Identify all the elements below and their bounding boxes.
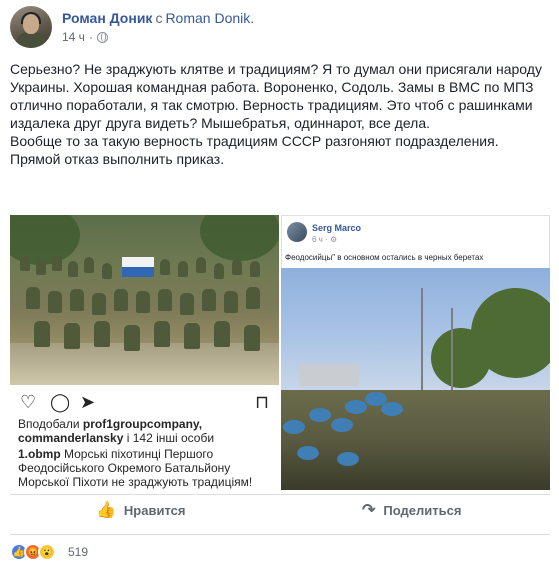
tree-shape <box>431 328 491 388</box>
coauthor-name[interactable]: Roman Donik. <box>165 10 254 26</box>
soldier-shape <box>180 293 194 315</box>
repost-time: 6 ч · ⚙ <box>312 235 338 244</box>
bookmark-icon[interactable]: ⊓ <box>255 391 269 413</box>
beret-shape <box>345 400 367 414</box>
share-button[interactable]: ↷ Поделиться <box>362 495 461 525</box>
beret-shape <box>331 418 353 432</box>
crowd-shape <box>281 390 550 490</box>
avatar[interactable] <box>10 6 52 48</box>
repost-author: Serg Marco <box>312 223 362 233</box>
soldier-shape <box>202 289 216 311</box>
reaction-icons[interactable]: 👍 😡 😮 <box>10 543 56 561</box>
beret-shape <box>381 402 403 416</box>
instagram-text: Вподобали prof1groupcompany, commanderlan… <box>18 417 273 489</box>
meta-separator: · <box>88 30 93 44</box>
soldier-shape <box>214 321 230 347</box>
heart-icon[interactable]: ♡ <box>20 391 36 413</box>
caption-user[interactable]: 1.obmp <box>18 447 61 461</box>
instagram-screenshot[interactable]: ♡ ◯ ➤ ⊓ Вподобали prof1groupcompany, comm… <box>10 215 279 490</box>
repost-header: Serg Marco 6 ч · ⚙ Феодосийцы" в основно… <box>281 215 550 268</box>
soldier-shape <box>26 287 40 309</box>
repost-screenshot[interactable]: Serg Marco 6 ч · ⚙ Феодосийцы" в основно… <box>281 215 550 490</box>
beret-shape <box>297 446 319 460</box>
author-name[interactable]: Роман Доник <box>62 10 152 26</box>
soldier-shape <box>232 259 242 275</box>
soldier-shape <box>196 257 206 273</box>
reactions-bar: 👍 😡 😮 519 <box>10 534 550 568</box>
soldier-shape <box>154 321 170 347</box>
instagram-actions: ♡ ◯ ➤ ⊓ <box>18 391 271 413</box>
globe-icon[interactable] <box>96 31 108 43</box>
soldier-shape <box>52 255 62 271</box>
post-paragraph: Серьезно? Не зраджують клятве и традиция… <box>10 61 542 131</box>
soldier-shape <box>250 261 260 277</box>
photo-grid: ♡ ◯ ➤ ⊓ Вподобали prof1groupcompany, comm… <box>10 215 550 490</box>
soldier-shape <box>136 291 150 313</box>
soldier-shape <box>184 323 200 349</box>
soldier-shape <box>20 255 30 271</box>
soldier-shape <box>214 263 224 279</box>
comment-icon[interactable]: ◯ <box>50 391 70 413</box>
author-line: Роман Доник с Roman Donik. <box>62 10 254 26</box>
share-icon[interactable]: ➤ <box>80 391 95 413</box>
avatar-body <box>16 32 46 48</box>
post-paragraph: Вообще то за такую верность традициям СС… <box>10 133 499 167</box>
ground-shape <box>10 343 279 385</box>
post-text: Серьезно? Не зраджують клятве и традиция… <box>10 60 550 168</box>
post-time[interactable]: 14 ч <box>62 30 85 44</box>
with-text: с <box>155 10 163 26</box>
like-label: Нравится <box>123 502 186 518</box>
soldier-shape <box>244 325 260 351</box>
soldier-shape <box>246 287 260 309</box>
liker-2[interactable]: commanderlansky <box>18 431 123 445</box>
soldier-shape <box>114 289 128 311</box>
repost-text: Феодосийцы" в основном остались в черных… <box>285 253 484 262</box>
soldier-shape <box>94 321 110 347</box>
beret-shape <box>309 408 331 422</box>
ship-shape <box>299 364 359 386</box>
avatar-headset <box>21 12 41 24</box>
share-arrow-icon: ↷ <box>362 502 376 519</box>
liker-1[interactable]: prof1groupcompany, <box>83 417 202 431</box>
instagram-caption: 1.obmp Морські піхотинці Першого Феодосі… <box>18 447 273 489</box>
instagram-likes: Вподобали prof1groupcompany, commanderlan… <box>18 417 273 445</box>
pole-shape <box>421 288 423 398</box>
repost-avatar <box>287 222 307 242</box>
flag-shape <box>122 257 154 277</box>
soldier-shape <box>70 289 84 311</box>
soldier-shape <box>160 259 170 275</box>
reaction-count[interactable]: 519 <box>68 545 88 559</box>
share-label: Поделиться <box>383 502 462 518</box>
beret-shape <box>337 452 359 466</box>
soldier-shape <box>178 261 188 277</box>
pole-shape <box>451 308 453 398</box>
thumbs-up-icon: 👍 <box>96 502 116 519</box>
parade-photo <box>281 268 550 490</box>
soldier-shape <box>84 257 94 273</box>
soldier-shape <box>102 263 112 279</box>
likes-prefix: Вподобали <box>18 417 83 431</box>
soldier-shape <box>48 291 62 313</box>
soldier-shape <box>64 323 80 349</box>
wow-icon: 😮 <box>38 543 56 561</box>
soldier-shape <box>34 321 50 347</box>
tree-shape <box>200 215 279 261</box>
beret-shape <box>283 420 305 434</box>
soldier-shape <box>68 261 78 277</box>
like-button[interactable]: 👍 Нравится <box>96 495 185 525</box>
soldier-shape <box>124 325 140 351</box>
likes-suffix: і 142 інші особи <box>123 431 215 445</box>
post-meta: 14 ч · <box>62 30 108 44</box>
post-header: Роман Доник с Roman Donik. 14 ч · <box>10 6 550 50</box>
soldier-shape <box>224 291 238 313</box>
group-photo <box>10 215 279 385</box>
post-action-bar: 👍 Нравится ↷ Поделиться <box>10 494 550 524</box>
soldier-shape <box>92 293 106 315</box>
soldier-shape <box>158 289 172 311</box>
soldier-shape <box>36 259 46 275</box>
